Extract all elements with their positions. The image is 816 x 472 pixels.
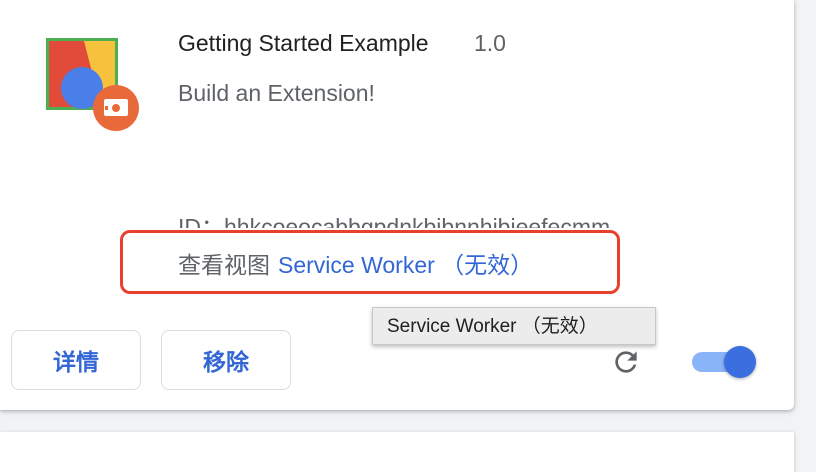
- extension-name: Getting Started Example: [178, 30, 429, 56]
- details-button[interactable]: 详情: [11, 330, 141, 390]
- extension-logo-icon: [46, 38, 139, 131]
- extension-id: ID：hhkcoeocabbgpdnkbibnnhibjeefecmm: [178, 214, 611, 228]
- toggle-knob: [724, 346, 756, 378]
- remove-button[interactable]: 移除: [161, 330, 291, 390]
- next-extension-card: [0, 432, 794, 472]
- extension-card: Getting Started Example 1.0 Build an Ext…: [0, 0, 794, 410]
- enable-toggle[interactable]: [690, 344, 756, 380]
- highlight-annotation-box: [120, 230, 620, 294]
- service-worker-tooltip: Service Worker （无效）: [372, 307, 656, 345]
- extension-version: 1.0: [474, 30, 506, 56]
- extension-description: Build an Extension!: [178, 80, 375, 106]
- reload-icon[interactable]: [610, 346, 642, 378]
- puzzle-badge-icon: [93, 85, 139, 131]
